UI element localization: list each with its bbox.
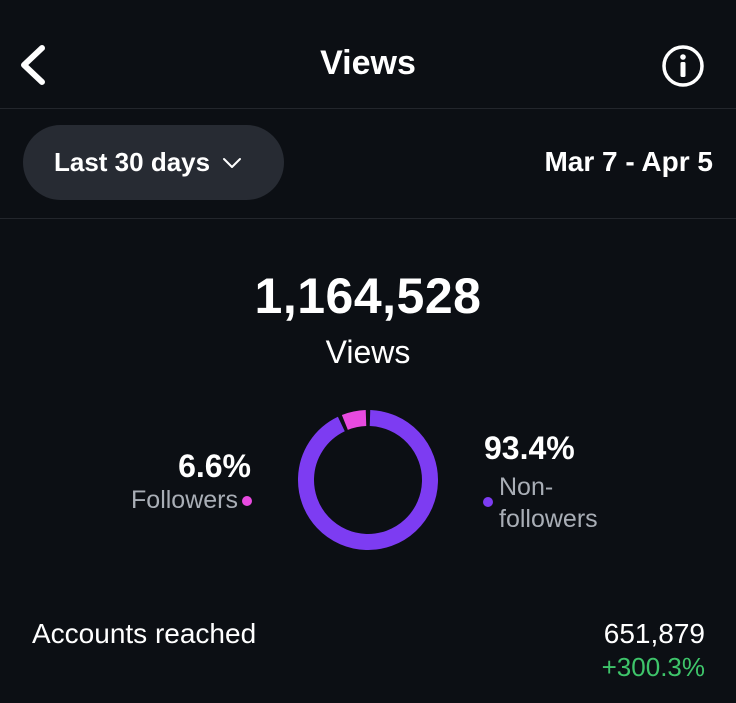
date-range-dropdown[interactable]: Last 30 days [23, 125, 284, 200]
followers-label: Followers [131, 486, 238, 514]
page-title: Views [320, 44, 416, 82]
views-donut-chart [298, 410, 438, 550]
accounts-reached-label: Accounts reached [32, 618, 257, 649]
info-icon [662, 45, 704, 87]
accounts-reached-change: +300.3% [601, 652, 705, 682]
total-views-label: Views [325, 334, 411, 370]
non-followers-label-line2: followers [499, 505, 598, 533]
non-followers-label: Non- followers [499, 471, 629, 535]
non-followers-legend-dot [483, 497, 493, 507]
followers-legend-dot [242, 496, 252, 506]
info-button[interactable] [661, 44, 705, 88]
total-views-value: 1,164,528 [254, 268, 482, 324]
followers-percent: 6.6% [178, 448, 251, 484]
non-followers-percent: 93.4% [484, 430, 575, 466]
accounts-reached-value: 651,879 [603, 618, 705, 649]
app-header: Views [0, 0, 736, 109]
donut-segment-non-followers [298, 410, 438, 550]
non-followers-label-line1: Non- [499, 473, 554, 501]
filter-row: Last 30 days Mar 7 - Apr 5 [0, 108, 736, 219]
date-range-text: Mar 7 - Apr 5 [544, 146, 713, 177]
date-range-dropdown-label: Last 30 days [54, 147, 211, 177]
chevron-down-icon [223, 157, 242, 168]
